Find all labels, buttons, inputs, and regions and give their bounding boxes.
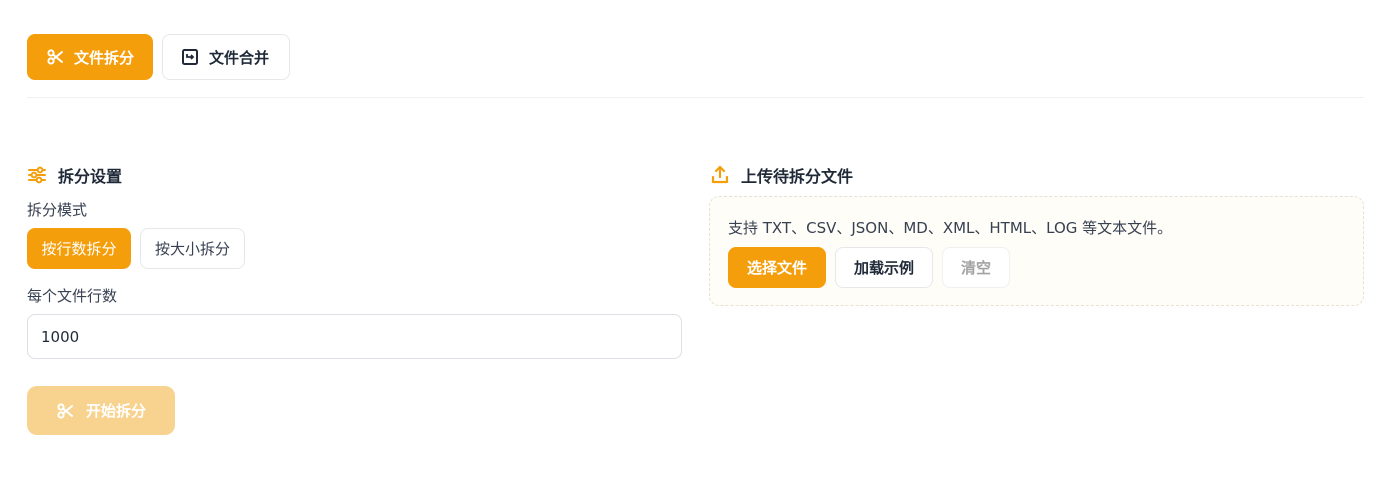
sliders-icon bbox=[27, 165, 47, 185]
clear-button[interactable]: 清空 bbox=[942, 247, 1010, 288]
mode-by-lines-button[interactable]: 按行数拆分 bbox=[27, 228, 131, 269]
split-mode-label: 拆分模式 bbox=[27, 201, 88, 219]
tab-file-split-label: 文件拆分 bbox=[74, 48, 135, 67]
tab-divider bbox=[27, 97, 1364, 98]
upload-header: 上传待拆分文件 bbox=[710, 163, 853, 187]
page: 文件拆分 文件合并 拆分设置 拆分模式 按行数拆分 按大小拆分 每个文件行数 1… bbox=[0, 0, 1400, 481]
choose-file-button[interactable]: 选择文件 bbox=[728, 247, 826, 288]
split-settings-header: 拆分设置 bbox=[27, 163, 122, 187]
split-mode-group: 按行数拆分 按大小拆分 bbox=[27, 228, 245, 269]
merge-icon bbox=[181, 48, 199, 66]
scissors-icon bbox=[56, 402, 74, 420]
tab-file-split[interactable]: 文件拆分 bbox=[27, 34, 153, 80]
lines-per-file-input[interactable] bbox=[27, 314, 682, 359]
start-split-button[interactable]: 开始拆分 bbox=[27, 386, 175, 435]
mode-by-size-button[interactable]: 按大小拆分 bbox=[140, 228, 245, 269]
scissors-icon bbox=[46, 48, 64, 66]
start-split-label: 开始拆分 bbox=[85, 402, 146, 420]
tab-bar: 文件拆分 文件合并 bbox=[27, 34, 290, 80]
tab-file-merge-label: 文件合并 bbox=[209, 48, 270, 67]
tab-file-merge[interactable]: 文件合并 bbox=[162, 34, 290, 80]
split-settings-title: 拆分设置 bbox=[58, 167, 123, 186]
upload-title: 上传待拆分文件 bbox=[741, 167, 854, 186]
load-sample-button[interactable]: 加载示例 bbox=[835, 247, 933, 288]
lines-per-file-label: 每个文件行数 bbox=[27, 287, 118, 305]
upload-icon bbox=[710, 165, 730, 185]
upload-dropzone[interactable]: 支持 TXT、CSV、JSON、MD、XML、HTML、LOG 等文本文件。 选… bbox=[709, 196, 1364, 306]
upload-actions: 选择文件 加载示例 清空 bbox=[728, 247, 1010, 288]
upload-supported-formats: 支持 TXT、CSV、JSON、MD、XML、HTML、LOG 等文本文件。 bbox=[728, 219, 1173, 237]
